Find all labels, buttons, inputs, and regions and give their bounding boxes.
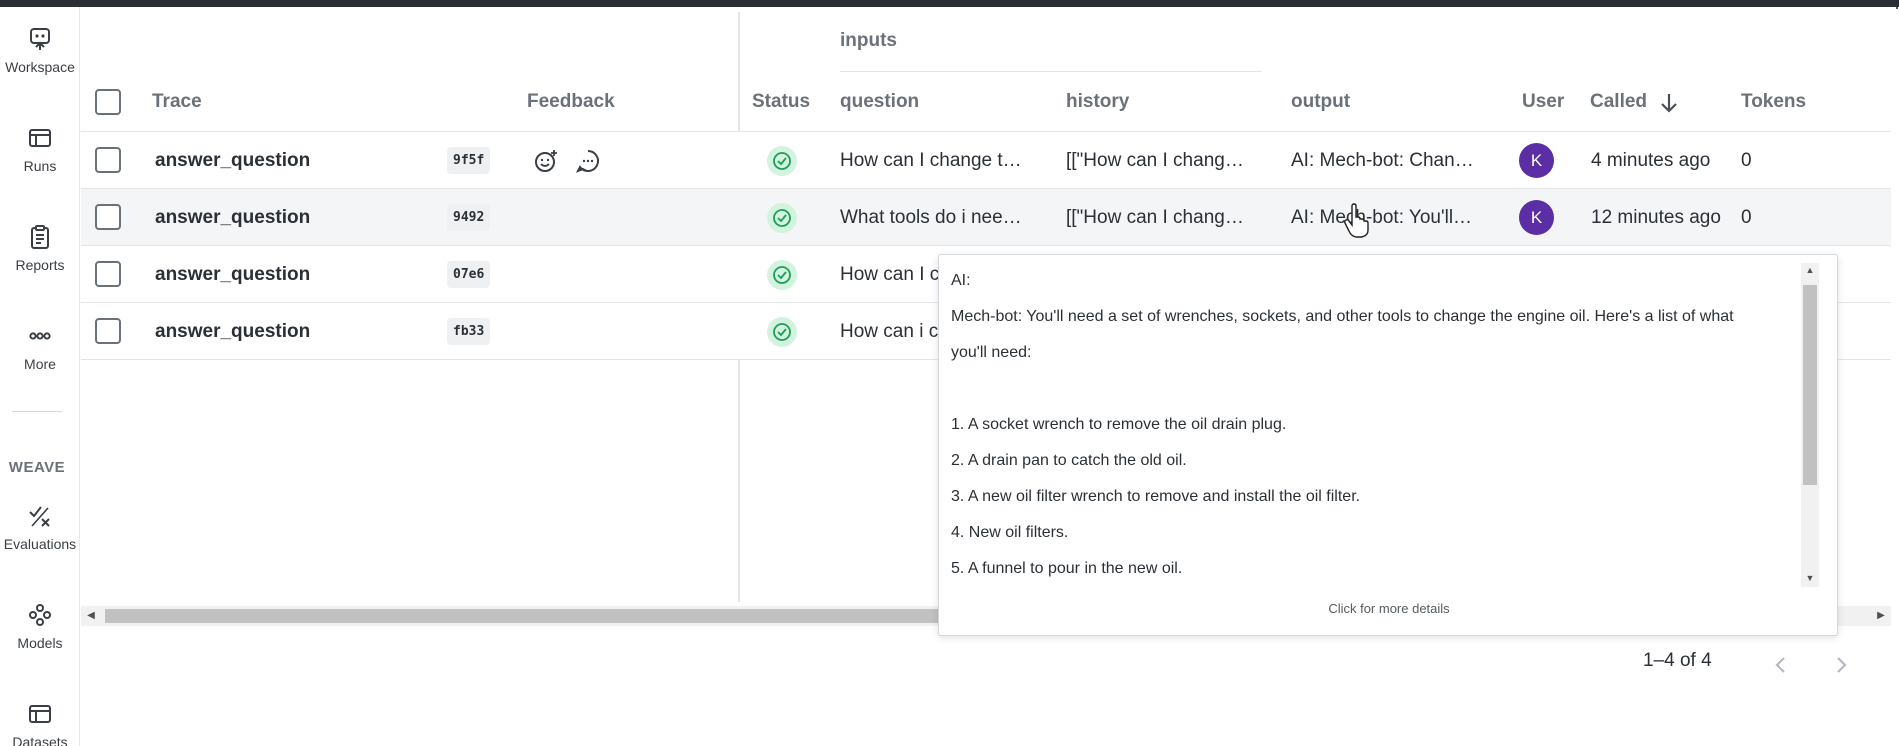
column-header-question[interactable]: question (840, 91, 919, 113)
column-header-feedback[interactable]: Feedback (527, 91, 615, 113)
trace-name[interactable]: answer_question (155, 189, 310, 246)
called-cell: 4 minutes ago (1591, 150, 1711, 171)
reports-icon (31, 225, 49, 249)
column-header-tokens[interactable]: Tokens (1741, 91, 1806, 113)
popover-scrollbar[interactable]: ▲ ▼ (1801, 263, 1819, 587)
popover-scrollbar-thumb[interactable] (1803, 285, 1817, 485)
sidebar-item-label: Models (17, 635, 63, 651)
popover-line: 2. A drain pan to catch the old oil. (951, 452, 1187, 469)
trace-id-badge: 9f5f (447, 147, 491, 174)
output-preview-popover[interactable]: AI: Mech-bot: You'll need a set of wrenc… (938, 254, 1838, 636)
trace-id-badge: fb33 (447, 318, 491, 345)
question-cell[interactable]: How can I change t… (840, 132, 1040, 189)
sort-descending-icon[interactable] (1659, 92, 1679, 114)
table-header (81, 12, 1891, 132)
status-success-icon (767, 260, 797, 290)
popover-line: 1. A socket wrench to remove the oil dra… (951, 416, 1287, 433)
sidebar: Workspace Runs Reports More WEAVE Evalua… (0, 7, 80, 746)
select-all-checkbox[interactable] (95, 89, 121, 115)
sidebar-item-models[interactable]: Models (0, 601, 80, 651)
column-header-output[interactable]: output (1291, 91, 1350, 113)
column-header-status[interactable]: Status (752, 91, 810, 113)
next-page-icon[interactable] (1826, 650, 1856, 680)
sidebar-item-label: Datasets (12, 734, 68, 746)
column-header-called[interactable]: Called (1590, 91, 1647, 113)
group-underline (840, 71, 1262, 72)
column-header-history[interactable]: history (1066, 91, 1129, 113)
sidebar-item-label: More (24, 356, 56, 372)
column-group-inputs: inputs (840, 30, 897, 51)
popover-line: Mech-bot: You'll need a set of wrenches,… (951, 308, 1734, 325)
workspace-icon (30, 28, 50, 50)
trace-name[interactable]: answer_question (155, 132, 310, 189)
models-icon (29, 604, 51, 626)
called-cell: 12 minutes ago (1591, 207, 1721, 228)
previous-page-icon[interactable] (1766, 650, 1796, 680)
trace-name[interactable]: answer_question (155, 303, 310, 360)
scrollbar-thumb[interactable] (105, 609, 965, 623)
sidebar-item-workspace[interactable]: Workspace (0, 25, 80, 75)
scroll-left-arrow[interactable]: ◀ (81, 606, 101, 626)
status-success-icon (767, 146, 797, 176)
user-avatar[interactable]: K (1519, 200, 1554, 235)
output-cell[interactable]: AI: Mech-bot: You'll… (1291, 189, 1491, 246)
sidebar-item-label: Workspace (5, 59, 75, 75)
row-checkbox[interactable] (95, 318, 121, 344)
more-icon (29, 332, 51, 340)
trace-id-badge: 9492 (447, 204, 491, 231)
popover-line: you'll need: (951, 344, 1032, 361)
table-row[interactable]: answer_question 9f5f How can I change t…… (81, 132, 1891, 189)
column-header-user[interactable]: User (1522, 91, 1564, 113)
scroll-up-arrow[interactable]: ▲ (1801, 265, 1819, 275)
top-bar (0, 0, 1899, 7)
popover-line: 3. A new oil filter wrench to remove and… (951, 488, 1361, 505)
row-checkbox[interactable] (95, 147, 121, 173)
column-header-trace[interactable]: Trace (152, 91, 202, 113)
sidebar-divider (12, 411, 62, 412)
sidebar-item-runs[interactable]: Runs (0, 124, 80, 174)
sidebar-section-weave: WEAVE (8, 459, 66, 476)
sidebar-item-evaluations[interactable]: Evaluations (0, 502, 80, 552)
scroll-right-arrow[interactable]: ▶ (1871, 606, 1891, 626)
trace-name[interactable]: answer_question (155, 246, 310, 303)
scroll-down-arrow[interactable]: ▼ (1801, 573, 1819, 583)
popover-line: 5. A funnel to pour in the new oil. (951, 560, 1183, 577)
table-row[interactable]: answer_question 9492 What tools do i nee… (81, 189, 1891, 246)
output-cell[interactable]: AI: Mech-bot: Chan… (1291, 132, 1491, 189)
more-details-link[interactable]: Click for more details (939, 601, 1839, 616)
popover-content: AI: Mech-bot: You'll need a set of wrenc… (951, 263, 1797, 583)
comment-icon[interactable] (575, 148, 601, 174)
evaluations-icon (29, 506, 50, 527)
popover-line: AI: (951, 272, 971, 289)
pagination-range: 1–4 of 4 (1643, 650, 1712, 671)
sidebar-item-label: Evaluations (3, 536, 77, 552)
history-cell[interactable]: [["How can I chang… (1066, 189, 1266, 246)
status-success-icon (767, 203, 797, 233)
trace-id-badge: 07e6 (447, 261, 491, 288)
tokens-cell: 0 (1741, 207, 1752, 228)
popover-line (951, 371, 1797, 407)
sidebar-item-reports[interactable]: Reports (0, 223, 80, 273)
add-reaction-icon[interactable] (533, 148, 559, 174)
hand-pointer-icon (1343, 203, 1369, 238)
datasets-icon (29, 705, 51, 723)
status-success-icon (767, 317, 797, 347)
question-cell[interactable]: What tools do i nee… (840, 189, 1040, 246)
sidebar-item-label: Reports (15, 257, 65, 273)
sidebar-item-datasets[interactable]: Datasets (0, 700, 80, 746)
user-avatar[interactable]: K (1519, 143, 1554, 178)
sidebar-item-more[interactable]: More (0, 322, 80, 372)
tokens-cell: 0 (1741, 150, 1752, 171)
sidebar-item-label: Runs (23, 158, 57, 174)
row-checkbox[interactable] (95, 204, 121, 230)
row-checkbox[interactable] (95, 261, 121, 287)
popover-line: 4. New oil filters. (951, 524, 1069, 541)
history-cell[interactable]: [["How can I chang… (1066, 132, 1266, 189)
runs-icon (29, 129, 51, 147)
